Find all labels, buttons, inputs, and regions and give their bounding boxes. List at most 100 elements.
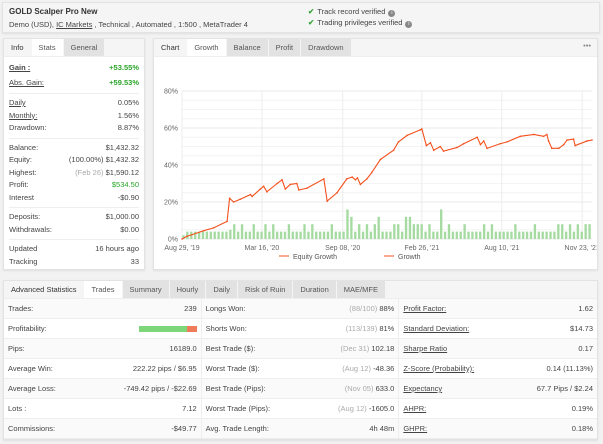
verified-label: Trading privileges verified — [317, 18, 403, 27]
growth-point — [379, 158, 382, 161]
growth-point — [532, 133, 535, 136]
info-icon[interactable]: i — [405, 21, 413, 28]
broker-link[interactable]: IC Markets — [56, 20, 92, 29]
tab-mae-mfe[interactable]: MAE/MFE — [336, 281, 385, 298]
tab-duration[interactable]: Duration — [293, 281, 336, 298]
stat-value: 16 hours ago — [95, 243, 139, 256]
stats-value: (Aug 12) -1605.0 — [338, 404, 394, 413]
tab-hourly[interactable]: Hourly — [169, 281, 206, 298]
growth-point — [346, 178, 348, 180]
growth-point — [354, 179, 357, 181]
volume-bar — [537, 231, 540, 239]
growth-point — [476, 136, 479, 139]
growth-point — [191, 233, 193, 236]
volume-bar — [447, 224, 451, 239]
legend-item[interactable]: Growth — [398, 254, 421, 261]
stats-label[interactable]: Expectancy — [403, 384, 442, 393]
stats-label: Shorts Won: — [205, 324, 247, 333]
stat-value: $534.50 — [112, 179, 139, 192]
stats-label[interactable]: Profit Factor: — [403, 304, 446, 313]
info-icon[interactable]: i — [388, 10, 396, 17]
volume-bar — [529, 231, 533, 239]
chart-menu-button[interactable]: ••• — [577, 39, 597, 56]
stat-label[interactable]: Gain : — [9, 60, 30, 75]
divider — [9, 93, 139, 94]
growth-point — [419, 129, 422, 131]
growth-point — [557, 147, 560, 150]
volume-bar — [490, 224, 494, 239]
tab-trades[interactable]: Trades — [84, 281, 122, 298]
stats-label[interactable]: Sharpe Ratio — [403, 344, 447, 353]
volume-bar — [268, 231, 271, 239]
tab-profit[interactable]: Profit — [268, 39, 301, 56]
stats-column: Trades: 239 Profitability: Pips: 16189.0 Aver… — [4, 299, 202, 439]
stats-label[interactable]: GHPR: — [403, 424, 427, 433]
volume-bar — [564, 231, 568, 239]
tab-general[interactable]: General — [63, 39, 105, 56]
growth-point — [442, 150, 445, 152]
stats-row: Trades: 239 — [4, 299, 201, 319]
stat-value: +53.55% — [109, 60, 139, 75]
stat-label[interactable]: Monthly: — [9, 110, 37, 123]
stats-row: Standard Deviation: $14.73 — [399, 319, 597, 339]
stats-value: 1.62 — [578, 304, 593, 313]
tab-risk-of-ruin[interactable]: Risk of Ruin — [237, 281, 293, 298]
tab-stats[interactable]: Stats — [31, 39, 63, 56]
stats-label: Longs Won: — [205, 304, 246, 313]
legend-item[interactable]: Equity Growth — [293, 254, 337, 261]
stats-row: Sharpe Ratio 0.17 — [399, 339, 597, 359]
stat-value: +59.53% — [109, 75, 139, 90]
growth-point — [262, 185, 265, 188]
stats-row: Expectancy 67.7 Pips / $2.24 — [399, 379, 597, 399]
volume-bar — [260, 231, 263, 239]
growth-point — [351, 176, 353, 178]
stat-row: Daily 0.05% — [4, 97, 144, 110]
stats-value: 0.17 — [578, 344, 593, 353]
tab-daily[interactable]: Daily — [206, 281, 237, 298]
growth-point — [251, 195, 253, 198]
tab-balance[interactable]: Balance — [226, 39, 268, 56]
volume-bar — [514, 224, 517, 239]
stat-value-text: 33 — [130, 256, 139, 266]
growth-point — [366, 178, 368, 180]
stats-label: Worst Trade (Pips): — [205, 404, 271, 413]
stats-value: $14.73 — [570, 324, 593, 333]
volume-bar — [225, 231, 228, 239]
volume-bar — [568, 224, 572, 239]
growth-point — [359, 183, 362, 186]
x-tick-label: Mar 16, '20 — [245, 245, 280, 252]
stats-value: (Nov 05) 633.0 — [345, 384, 395, 393]
growth-point — [574, 144, 576, 147]
stats-note: (Aug 12) — [338, 404, 367, 413]
stat-note: (Feb 26) — [75, 167, 104, 177]
growth-point — [232, 201, 235, 203]
stats-label: Profitability: — [8, 324, 47, 333]
stat-label[interactable]: Daily — [9, 97, 26, 110]
y-tick-label: 40% — [164, 163, 178, 170]
stats-label[interactable]: Z-Score (Probability): — [403, 364, 474, 373]
tab-summary[interactable]: Summary — [122, 281, 169, 298]
stats-label[interactable]: Standard Deviation: — [403, 324, 469, 333]
volume-bar — [541, 231, 544, 239]
stat-value-text: -$0.90 — [117, 192, 139, 202]
volume-bar — [205, 231, 209, 239]
profitability-bar — [138, 325, 197, 332]
stat-label[interactable]: Abs. Gain: — [9, 75, 44, 90]
stats-note: (Aug 12) — [342, 364, 371, 373]
stat-row: Updated 16 hours ago — [4, 243, 144, 256]
tab-chart: Chart — [161, 43, 180, 52]
volume-bar — [307, 231, 310, 239]
stats-label[interactable]: AHPR: — [403, 404, 426, 413]
volume-bar — [408, 216, 412, 239]
volume-bar — [510, 231, 513, 239]
check-icon: ✔ — [308, 18, 315, 27]
volume-bar — [322, 231, 326, 239]
check-icon: ✔ — [308, 7, 315, 16]
stats-note: (88/100) — [349, 304, 378, 313]
tab-drawdown[interactable]: Drawdown — [301, 39, 351, 56]
stats-row: Profitability: — [4, 319, 201, 339]
tab-growth[interactable]: Growth — [187, 39, 226, 56]
stats-label: Best Trade ($): — [205, 344, 256, 353]
volume-bar — [287, 224, 291, 239]
stats-label: Best Trade (Pips): — [205, 384, 266, 393]
